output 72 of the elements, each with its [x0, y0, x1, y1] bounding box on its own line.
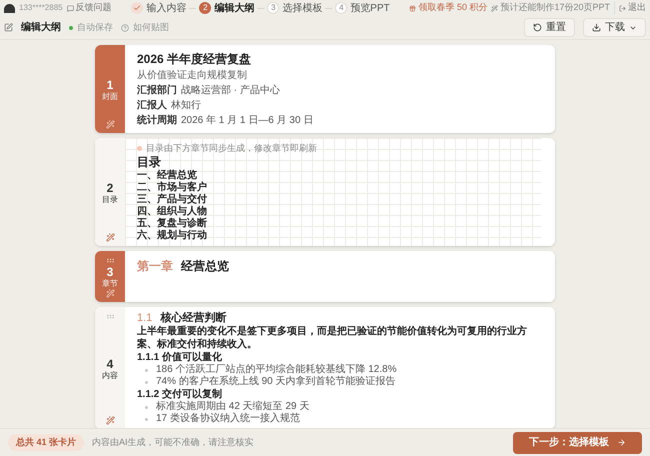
field-value: 战略运营部 · 产品中心 [181, 84, 280, 97]
field-label: 统计周期 [137, 114, 177, 127]
reset-icon [533, 23, 542, 32]
bullet-icon [145, 418, 148, 420]
toc-item: 一、经营总览 [137, 170, 198, 181]
toolbar-title: 编辑大纲 [21, 20, 61, 35]
chapter-label: 第一章 [137, 258, 173, 275]
card-number: 2 [106, 180, 114, 194]
field-value: 2026 年 1 月 1 日—6 月 30 日 [181, 114, 314, 127]
logo-icon [4, 4, 15, 12]
help-icon [121, 24, 129, 32]
bullet-text: 标准实施周期由 42 天缩短至 29 天 [156, 401, 310, 412]
step-number: 4 [335, 2, 348, 14]
quota-text: 预计还能制作17份20页PPT [491, 1, 610, 15]
phone-number: 133****2885 [19, 2, 63, 14]
lead-paragraph: 上半年最重要的变化不是签下更多项目，而是把已验证的节能价值转化为可复用的行业方案、标准交付和持续收入。 [137, 325, 528, 351]
download-icon [592, 23, 601, 32]
toc-item: 六、规划与行动 [137, 230, 208, 242]
next-step-button[interactable]: 下一步：选择模板 [513, 432, 642, 454]
card-number: 4 [106, 356, 114, 370]
bullet-text: 74% 的客户在系统上线 90 天内拿到首轮节能验证报告 [156, 376, 396, 388]
step-label[interactable]: 输入内容 [146, 0, 186, 16]
card-type: 章节 [102, 279, 118, 289]
autosave-status: 自动保存 [77, 20, 113, 34]
card-type: 封面 [102, 92, 118, 102]
bullet-text: 186 个活跃工厂站点的平均综合能耗较基线下降 12.8% [156, 364, 397, 376]
reset-button[interactable]: 重置 [524, 18, 575, 37]
toc-title: 目录 [137, 154, 162, 170]
step-label[interactable]: 编辑大纲 [214, 0, 254, 16]
card-type: 目录 [102, 194, 118, 204]
gift-icon [409, 4, 416, 12]
section-index: 1.1 [137, 311, 152, 325]
toc-item: 三、产品与交付 [137, 194, 208, 206]
chapter-title: 经营总览 [181, 258, 229, 275]
arrow-right-icon [617, 438, 626, 447]
logout-button[interactable]: 退出 [614, 1, 646, 15]
wand-icon[interactable] [106, 416, 114, 425]
subsection-heading: 1.1.2 交付可以复制 [137, 388, 224, 400]
download-button[interactable]: 下载 [583, 18, 646, 37]
toc-note: 目录由下方章节同步生成，修改章节即刷新 [146, 142, 317, 154]
card-number: 3 [106, 265, 114, 279]
wand-icon [491, 4, 498, 12]
subtitle: 从价值验证走向规模复制 [137, 69, 248, 82]
step-number: 2 [199, 2, 212, 14]
wand-icon[interactable] [106, 233, 114, 242]
toc-item: 五、复盘与诊断 [137, 218, 208, 229]
card-number: 1 [106, 78, 114, 92]
bullet-icon [145, 406, 148, 408]
field-label: 汇报部门 [137, 84, 177, 97]
feedback-button[interactable]: 反馈问题 [66, 1, 112, 15]
bullet-icon [145, 380, 148, 384]
bullet-text: 17 类设备协议纳入统一接入规范 [156, 413, 300, 425]
logout-icon [619, 4, 626, 12]
card-count: 总共 41 张卡片 [8, 434, 84, 452]
section-title: 核心经营判断 [160, 311, 226, 325]
toc-item: 二、市场与客户 [137, 182, 208, 193]
grip-icon[interactable] [106, 256, 114, 264]
slide-title: 2026 半年度经营复盘 [137, 51, 252, 67]
subsection-heading: 1.1.1 价值可以量化 [137, 351, 224, 364]
grip-icon[interactable] [106, 312, 114, 320]
field-value: 林知行 [171, 99, 201, 112]
promo-link[interactable]: 领取春季 50 积分 [409, 1, 488, 15]
disclaimer: 内容由AI生成，可能不准确，请注意核实 [92, 436, 254, 449]
step-number: 3 [267, 2, 280, 14]
step-label[interactable]: 预览PPT [350, 0, 390, 16]
bullet-icon [145, 368, 148, 372]
step-label[interactable]: 选择模板 [282, 0, 322, 16]
chat-icon [66, 4, 74, 12]
edit-icon [4, 23, 13, 32]
toc-item: 四、组织与人物 [137, 206, 208, 218]
field-label: 汇报人 [137, 99, 167, 112]
card-type: 内容 [102, 370, 118, 380]
